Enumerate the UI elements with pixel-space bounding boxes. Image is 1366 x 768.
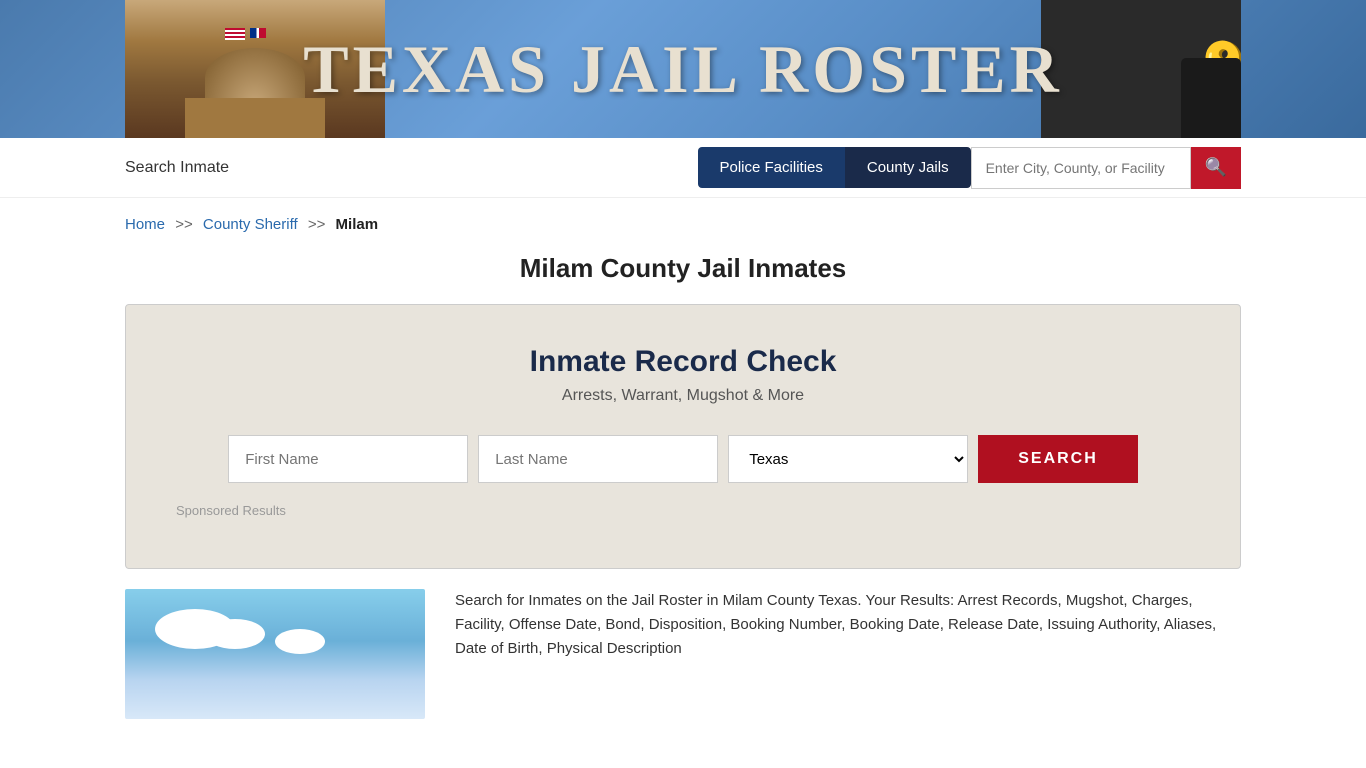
county-jails-button[interactable]: County Jails	[845, 147, 971, 188]
bottom-description: Search for Inmates on the Jail Roster in…	[455, 589, 1241, 719]
tx-flag-icon	[250, 28, 266, 38]
search-inmate-label: Search Inmate	[125, 159, 698, 177]
search-section: Inmate Record Check Arrests, Warrant, Mu…	[125, 304, 1241, 569]
nav-bar: Search Inmate Police Facilities County J…	[0, 138, 1366, 198]
bottom-image	[125, 589, 425, 719]
search-button[interactable]: SEARCH	[978, 435, 1138, 483]
cloud-shape-3	[275, 629, 325, 654]
breadcrumb-sep-2: >>	[308, 216, 326, 233]
breadcrumb: Home >> County Sheriff >> Milam	[0, 198, 1366, 243]
hand-silhouette	[1181, 58, 1241, 138]
facility-search-input[interactable]	[971, 147, 1191, 189]
breadcrumb-county-sheriff[interactable]: County Sheriff	[203, 216, 298, 233]
header-banner: Texas Jail Roster 🔑	[0, 0, 1366, 138]
us-flag-icon	[225, 28, 245, 40]
search-icon: 🔍	[1205, 157, 1227, 178]
record-check-subtitle: Arrests, Warrant, Mugshot & More	[176, 387, 1190, 405]
last-name-input[interactable]	[478, 435, 718, 483]
page-title: Milam County Jail Inmates	[0, 253, 1366, 284]
nav-buttons: Police Facilities County Jails 🔍	[698, 147, 1242, 189]
site-title: Texas Jail Roster	[303, 30, 1063, 109]
first-name-input[interactable]	[228, 435, 468, 483]
police-facilities-button[interactable]: Police Facilities	[698, 147, 845, 188]
cloud-shape-2	[205, 619, 265, 649]
sponsored-results-label: Sponsored Results	[176, 503, 1190, 518]
search-form-row: AlabamaAlaskaArizonaArkansasCaliforniaCo…	[176, 435, 1190, 483]
banner-image-right: 🔑	[1041, 0, 1241, 138]
breadcrumb-sep-1: >>	[175, 216, 193, 233]
state-select[interactable]: AlabamaAlaskaArizonaArkansasCaliforniaCo…	[728, 435, 968, 483]
bottom-section: Search for Inmates on the Jail Roster in…	[0, 569, 1366, 739]
breadcrumb-current: Milam	[336, 216, 379, 233]
page-title-section: Milam County Jail Inmates	[0, 243, 1366, 304]
facility-search-button[interactable]: 🔍	[1191, 147, 1241, 189]
breadcrumb-home[interactable]: Home	[125, 216, 165, 233]
record-check-title: Inmate Record Check	[176, 345, 1190, 379]
